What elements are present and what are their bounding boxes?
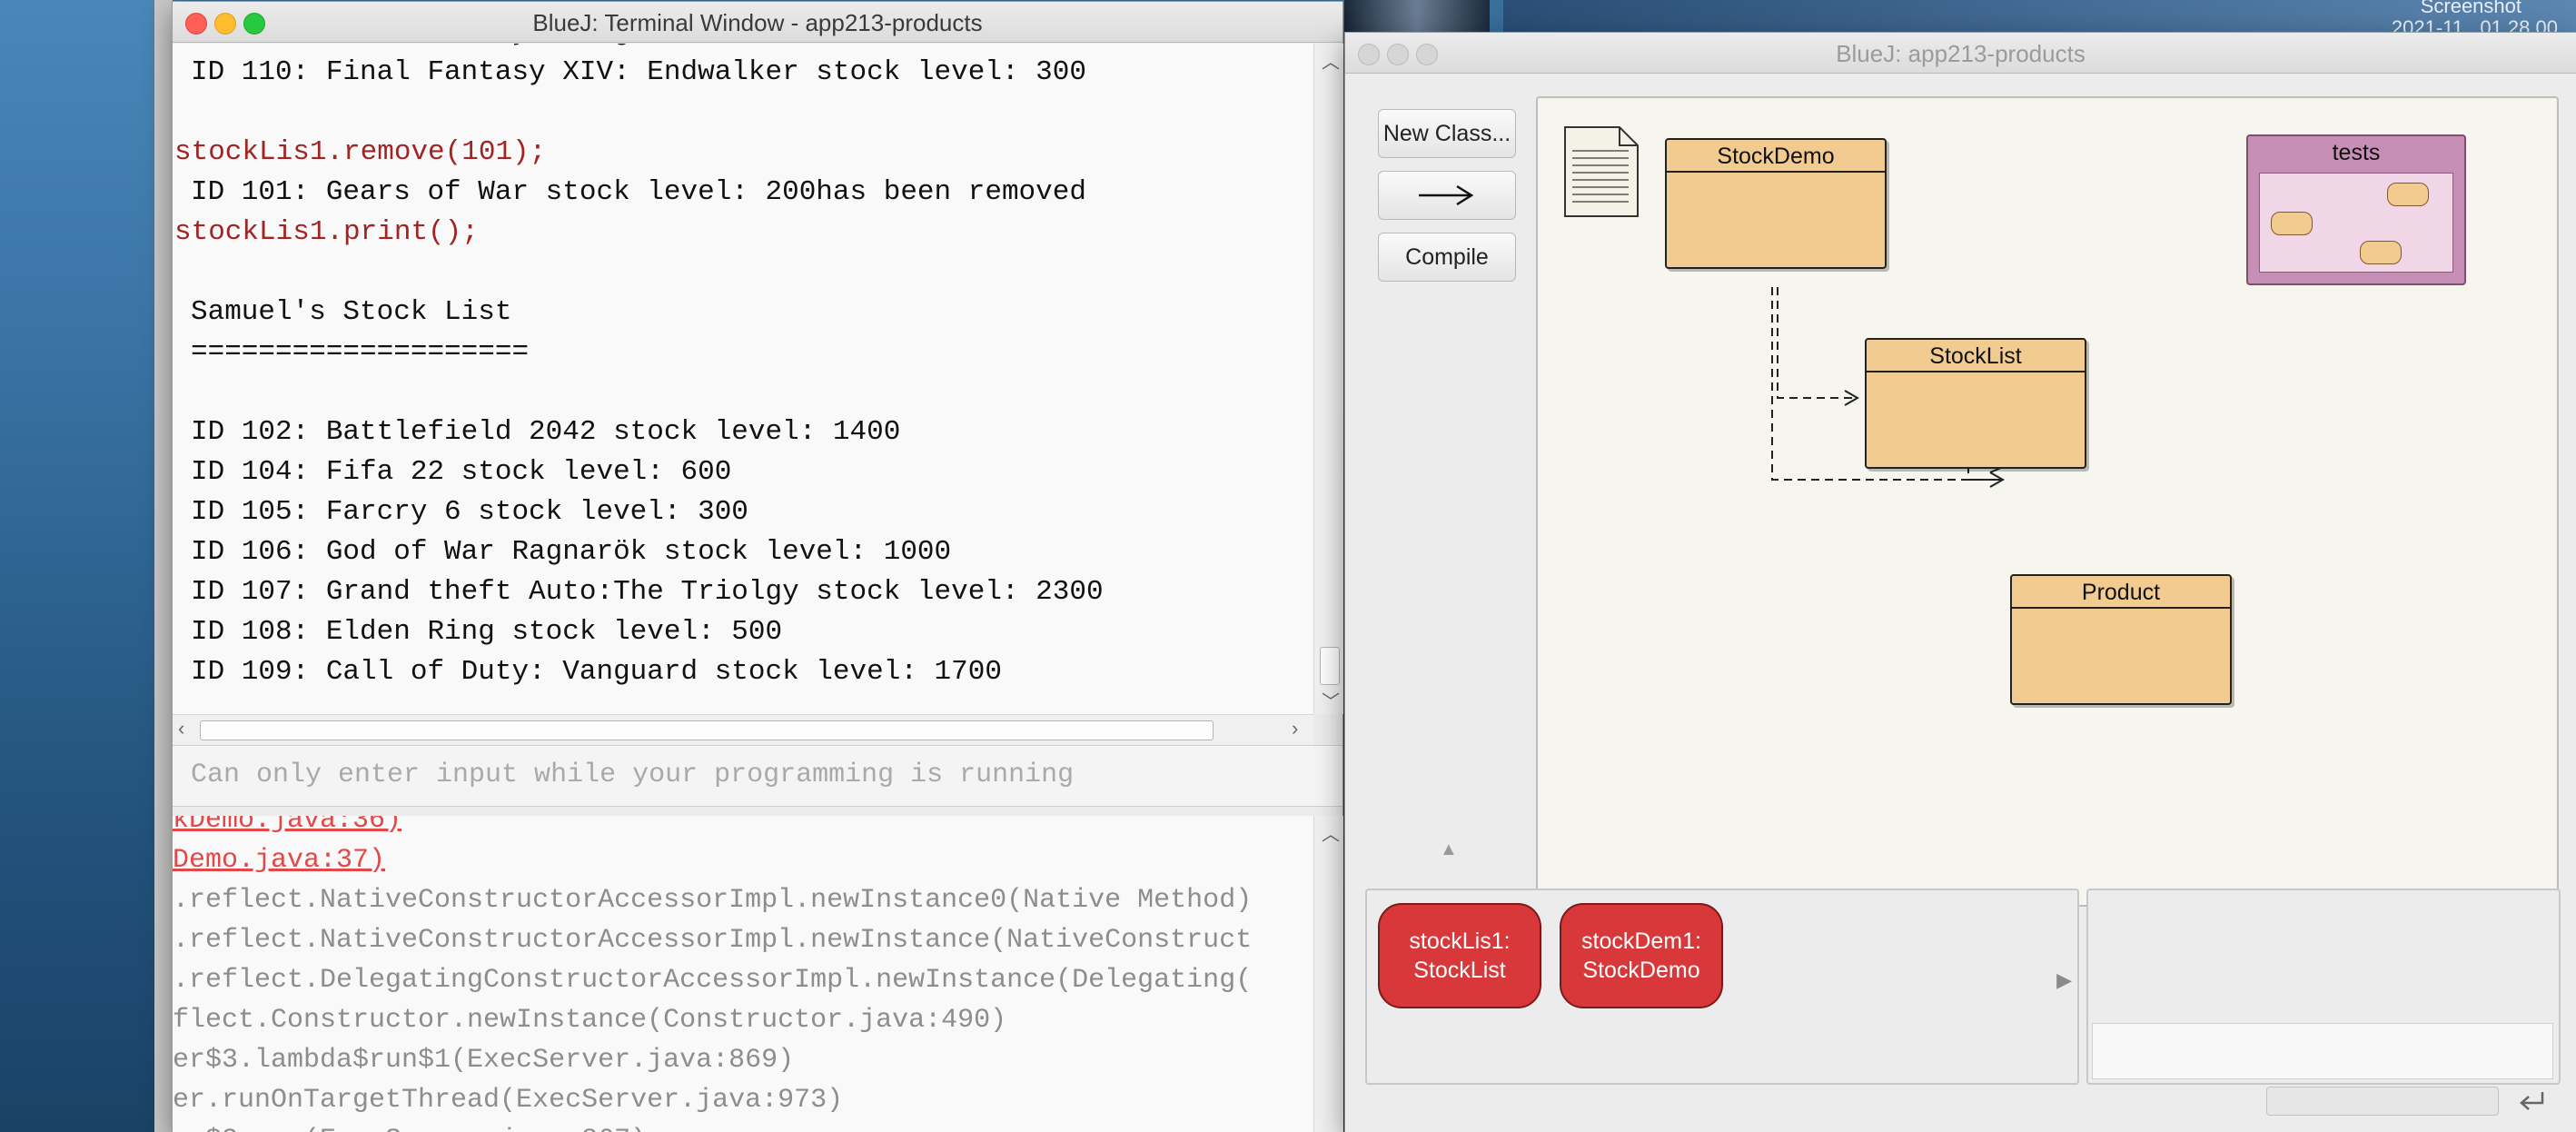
terminal-output-line: ID 105: Farcry 6 stock level: 300 [191,496,748,528]
package-tests-name: tests [2332,140,2381,165]
terminal-output-line: ==================== [191,336,530,368]
uses-arrow-icon [1419,184,1474,206]
terminal-output-line: Samuel's Stock List [191,296,512,328]
demo-to-list-arrow [1777,287,1858,399]
object-type: StockList [1413,958,1506,983]
bluej-title: BlueJ: app213-products [1836,40,2086,67]
class-product[interactable]: Product [2010,574,2232,705]
minimize-window-button[interactable] [214,13,236,35]
status-progress-bar [2266,1087,2499,1116]
stack-trace-line: er$3.run(ExecServer.java:867) [173,1125,647,1132]
terminal-output-line: ID 101: Gears of War stock level: 200has… [191,176,1086,208]
background-window-edge [154,0,173,1132]
add-uses-arrow-button[interactable] [1378,171,1516,220]
scroll-right-arrow-icon[interactable]: › [1292,717,1298,740]
terminal-input-placeholder: Can only enter input while your programm… [191,760,1075,790]
desktop-wallpaper-top [1344,0,1490,36]
package-tests[interactable]: tests [2246,134,2466,285]
terminal-output-line: ID 106: God of War Ragnarök stock level:… [191,536,952,568]
object-bench-expand-arrow-icon[interactable]: ▶ [2056,968,2072,992]
stack-trace-line: er$3.lambda$run$1(ExecServer.java:869) [173,1045,795,1076]
terminal-output-line: ID 104: Fifa 22 stock level: 600 [191,456,732,488]
collapse-arrow-icon[interactable]: ▲ [1440,839,1458,860]
package-class-icon [2360,241,2402,264]
scrollbar-thumb[interactable] [200,720,1214,740]
object-stockdem1[interactable]: stockDem1: StockDemo [1560,903,1723,1008]
return-icon[interactable] [2517,1088,2548,1114]
codepad-input[interactable] [2092,1023,2553,1079]
new-class-button[interactable]: New Class... [1378,109,1516,158]
object-type: StockDemo [1582,958,1700,983]
object-bench[interactable]: stockLis1: StockList stockDem1: StockDem… [1365,889,2079,1085]
terminal-output-line: ID 109: Call of Duty: Vanguard stock lev… [191,44,1002,48]
terminal-error-output[interactable]: kDemo.java:36) Demo.java:37) .reflect.Nati… [173,816,1313,1132]
class-stockdemo-name: StockDemo [1667,140,1885,173]
class-stocklist-name: StockList [1867,340,2085,372]
stack-trace-line: .reflect.NativeConstructorAccessorImpl.n… [173,885,1253,916]
scroll-up-arrow-icon[interactable]: ︿ [1322,47,1340,74]
scrollbar-thumb[interactable] [1320,647,1340,685]
class-diagram-canvas[interactable]: StockDemo StockList Product tests [1536,96,2559,907]
desktop-wallpaper [0,0,173,1132]
close-window-button[interactable] [185,13,207,35]
terminal-output-line: ID 108: Elden Ring stock level: 500 [191,616,783,648]
screenshot-thumbnail-label[interactable]: Screenshot [2421,0,2522,18]
terminal-command-line: stockLis1.print(); [174,216,479,248]
bluej-project-window: BlueJ: app213-products New Class... Comp… [1345,33,2576,1132]
readme-document-icon[interactable] [1563,125,1641,220]
object-name: stockDem1: [1581,928,1701,954]
terminal-output-line: ID 107: Grand theft Auto:The Triolgy sto… [191,576,1104,608]
codepad-panel[interactable] [2086,889,2561,1085]
terminal-output[interactable]: ID 109: Call of Duty: Vanguard stock lev… [173,44,1313,714]
terminal-title: BlueJ: Terminal Window - app213-products [532,9,983,36]
compile-button[interactable]: Compile [1378,233,1516,282]
terminal-window: BlueJ: Terminal Window - app213-products… [173,2,1343,1132]
error-output-vertical-scrollbar[interactable]: ︿ [1313,816,1343,1132]
stack-trace-link[interactable]: Demo.java:37) [173,845,385,876]
scroll-left-arrow-icon[interactable]: ‹ [178,717,184,740]
object-name: stockLis1: [1409,928,1511,954]
minimize-window-button[interactable] [1387,44,1409,65]
package-class-icon [2271,212,2313,235]
terminal-output-vertical-scrollbar[interactable]: ︿ ﹀ [1313,44,1343,714]
scroll-down-arrow-icon[interactable]: ﹀ [1322,687,1340,713]
stack-trace-line: .reflect.DelegatingConstructorAccessorIm… [173,965,1253,996]
package-class-icon [2387,183,2429,206]
zoom-window-button[interactable] [1416,44,1438,65]
terminal-output-horizontal-scrollbar[interactable]: ‹ › [173,714,1313,744]
object-stocklis1[interactable]: stockLis1: StockList [1378,903,1541,1008]
class-stocklist[interactable]: StockList [1865,338,2086,469]
terminal-output-line: ID 110: Final Fantasy XIV: Endwalker sto… [191,56,1086,88]
class-stockdemo[interactable]: StockDemo [1665,138,1887,269]
package-tests-preview [2259,173,2453,273]
terminal-output-line: ID 109: Call of Duty: Vanguard stock lev… [191,656,1002,688]
stack-trace-line: flect.Constructor.newInstance(Constructo… [173,1005,1007,1036]
close-window-button[interactable] [1358,44,1380,65]
terminal-command-line: stockLis1.remove(101); [174,136,547,168]
terminal-output-line: ID 102: Battlefield 2042 stock level: 14… [191,416,901,448]
scroll-up-arrow-icon[interactable]: ︿ [1322,819,1340,846]
terminal-titlebar[interactable]: BlueJ: Terminal Window - app213-products [173,2,1342,43]
zoom-window-button[interactable] [243,13,265,35]
stack-trace-line: .reflect.NativeConstructorAccessorImpl.n… [173,925,1253,956]
terminal-input-field[interactable]: Can only enter input while your programm… [173,745,1342,807]
bluej-titlebar[interactable]: BlueJ: app213-products [1345,33,2576,74]
stack-trace-link[interactable]: kDemo.java:36) [173,816,401,836]
class-product-name: Product [2012,576,2230,609]
stack-trace-line: er.runOnTargetThread(ExecServer.java:973… [173,1085,844,1116]
